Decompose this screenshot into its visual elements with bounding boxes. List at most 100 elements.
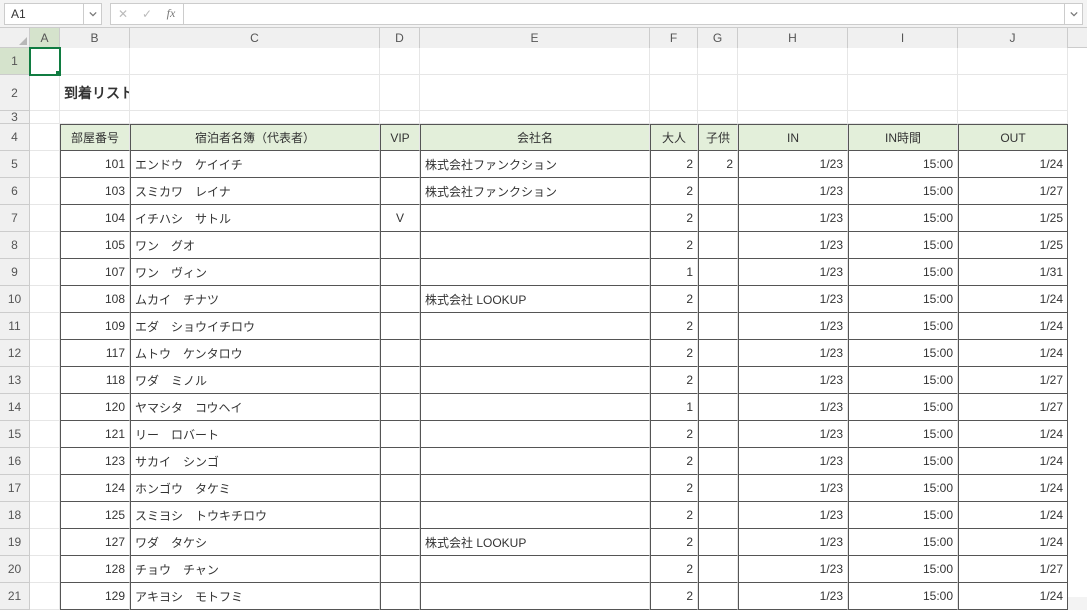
cell[interactable] <box>650 48 698 75</box>
th-company[interactable]: 会社名 <box>420 124 650 151</box>
cell-company[interactable] <box>420 367 650 394</box>
col-header-F[interactable]: F <box>650 28 698 48</box>
cell-company[interactable]: 株式会社ファンクション <box>420 151 650 178</box>
row-header[interactable]: 5 <box>0 151 30 178</box>
col-header-J[interactable]: J <box>958 28 1068 48</box>
cell-vip[interactable] <box>380 313 420 340</box>
cell[interactable] <box>30 448 60 475</box>
row-header[interactable]: 7 <box>0 205 30 232</box>
col-header-B[interactable]: B <box>60 28 130 48</box>
cell-out[interactable]: 1/25 <box>958 205 1068 232</box>
cell-guest[interactable]: ワン ヴィン <box>130 259 380 286</box>
worksheet[interactable]: A B C D E F G H I J 1 2 到着リスト <box>0 28 1087 597</box>
cell-in[interactable]: 1/23 <box>738 232 848 259</box>
col-header-D[interactable]: D <box>380 28 420 48</box>
cell-room[interactable]: 107 <box>60 259 130 286</box>
cell-guest[interactable]: ワダ ミノル <box>130 367 380 394</box>
th-room[interactable]: 部屋番号 <box>60 124 130 151</box>
cell-children[interactable] <box>698 502 738 529</box>
cell[interactable] <box>958 48 1068 75</box>
cell-out[interactable]: 1/27 <box>958 367 1068 394</box>
cell-room[interactable]: 123 <box>60 448 130 475</box>
cell-in[interactable]: 1/23 <box>738 340 848 367</box>
cell-intime[interactable]: 15:00 <box>848 502 958 529</box>
cell-adults[interactable]: 2 <box>650 340 698 367</box>
row-header[interactable]: 8 <box>0 232 30 259</box>
formula-expand[interactable] <box>1065 3 1083 25</box>
cell[interactable] <box>698 48 738 75</box>
cell-children[interactable] <box>698 286 738 313</box>
cell-company[interactable] <box>420 475 650 502</box>
cell-guest[interactable]: ムカイ チナツ <box>130 286 380 313</box>
cell[interactable] <box>650 75 698 111</box>
row-header[interactable]: 20 <box>0 556 30 583</box>
cell-children[interactable] <box>698 232 738 259</box>
cell-intime[interactable]: 15:00 <box>848 313 958 340</box>
cell[interactable] <box>30 124 60 151</box>
cell-vip[interactable] <box>380 502 420 529</box>
cell[interactable] <box>650 111 698 124</box>
th-children[interactable]: 子供 <box>698 124 738 151</box>
cell-room[interactable]: 104 <box>60 205 130 232</box>
cell-room[interactable]: 109 <box>60 313 130 340</box>
cell-company[interactable] <box>420 421 650 448</box>
cell-adults[interactable]: 2 <box>650 232 698 259</box>
cell-intime[interactable]: 15:00 <box>848 286 958 313</box>
cell[interactable] <box>130 75 380 111</box>
cell-room[interactable]: 118 <box>60 367 130 394</box>
cell-room[interactable]: 101 <box>60 151 130 178</box>
formula-input[interactable] <box>184 3 1065 25</box>
cell-children[interactable] <box>698 475 738 502</box>
cell-room[interactable]: 128 <box>60 556 130 583</box>
th-intime[interactable]: IN時間 <box>848 124 958 151</box>
cell[interactable] <box>30 529 60 556</box>
cell-out[interactable]: 1/25 <box>958 232 1068 259</box>
cell-adults[interactable]: 2 <box>650 448 698 475</box>
cell-children[interactable] <box>698 367 738 394</box>
row-header[interactable]: 16 <box>0 448 30 475</box>
row-header[interactable]: 10 <box>0 286 30 313</box>
row-header[interactable]: 19 <box>0 529 30 556</box>
cell-vip[interactable] <box>380 340 420 367</box>
cell[interactable] <box>848 75 958 111</box>
sheet-title[interactable]: 到着リスト <box>60 75 130 111</box>
cell[interactable] <box>848 48 958 75</box>
cell-adults[interactable]: 1 <box>650 259 698 286</box>
cell[interactable] <box>60 111 130 124</box>
row-header[interactable]: 3 <box>0 111 30 124</box>
cell[interactable] <box>30 556 60 583</box>
col-header-I[interactable]: I <box>848 28 958 48</box>
cell-intime[interactable]: 15:00 <box>848 475 958 502</box>
cell[interactable] <box>738 75 848 111</box>
cell-adults[interactable]: 2 <box>650 151 698 178</box>
cell-adults[interactable]: 2 <box>650 529 698 556</box>
cell-intime[interactable]: 15:00 <box>848 529 958 556</box>
cell-vip[interactable] <box>380 178 420 205</box>
cell-room[interactable]: 120 <box>60 394 130 421</box>
row-header[interactable]: 4 <box>0 124 30 151</box>
cell-vip[interactable] <box>380 448 420 475</box>
row-header[interactable]: 9 <box>0 259 30 286</box>
cell-room[interactable]: 103 <box>60 178 130 205</box>
cell[interactable] <box>420 48 650 75</box>
cell-vip[interactable] <box>380 232 420 259</box>
fx-icon[interactable]: fx <box>159 4 183 24</box>
cell-intime[interactable]: 15:00 <box>848 232 958 259</box>
cell-adults[interactable]: 2 <box>650 367 698 394</box>
cell-guest[interactable]: スミヨシ トウキチロウ <box>130 502 380 529</box>
cell-guest[interactable]: ムトウ ケンタロウ <box>130 340 380 367</box>
cell-out[interactable]: 1/24 <box>958 448 1068 475</box>
cell-in[interactable]: 1/23 <box>738 259 848 286</box>
cell-company[interactable] <box>420 394 650 421</box>
row-header[interactable]: 14 <box>0 394 30 421</box>
cell-room[interactable]: 125 <box>60 502 130 529</box>
th-out[interactable]: OUT <box>958 124 1068 151</box>
cell-in[interactable]: 1/23 <box>738 502 848 529</box>
cell-company[interactable]: 株式会社 LOOKUP <box>420 529 650 556</box>
col-header-G[interactable]: G <box>698 28 738 48</box>
cell[interactable] <box>698 75 738 111</box>
cell-guest[interactable]: チョウ チャン <box>130 556 380 583</box>
cell-in[interactable]: 1/23 <box>738 367 848 394</box>
cell-adults[interactable]: 2 <box>650 421 698 448</box>
cell[interactable] <box>848 111 958 124</box>
